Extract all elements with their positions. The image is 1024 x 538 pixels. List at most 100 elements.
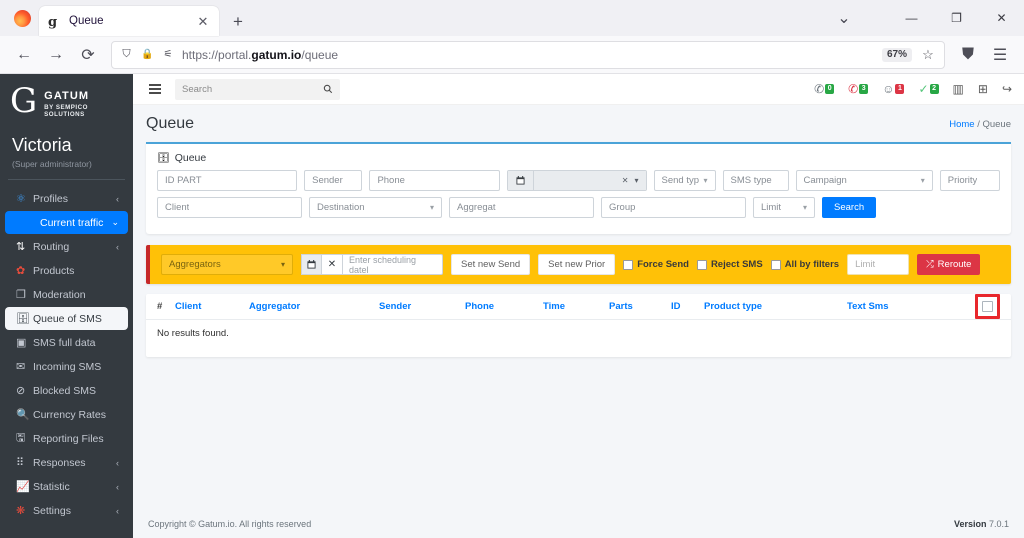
new-tab-button[interactable]: + (233, 13, 243, 30)
sidebar-item-blocked-sms[interactable]: ⊘ Blocked SMS (5, 379, 128, 402)
bookmark-star-icon[interactable]: ☆ (919, 40, 937, 70)
sender-input[interactable]: Sender (304, 170, 363, 191)
sidebar-item-label: Statistic (33, 480, 70, 493)
table-column-header[interactable]: Aggregator (249, 301, 379, 312)
sidebar-item-statistic[interactable]: 📈 Statistic ‹ (5, 475, 128, 498)
set-new-prior-button[interactable]: Set new Prior (538, 254, 616, 275)
url-bar[interactable]: ⛉ 🔒 ⚟ https://portal.gatum.io/queue 67% … (111, 40, 945, 70)
filter-card-header: 🗄 Queue (146, 144, 1011, 170)
campaign-select[interactable]: Campaign (795, 170, 933, 191)
notification-3[interactable]: ✓ 2 (918, 83, 939, 95)
logout-icon[interactable]: ↪ (1002, 83, 1012, 95)
forward-button[interactable]: → (41, 40, 71, 70)
limit-select[interactable]: Limit (753, 197, 815, 218)
pocket-icon[interactable]: ⛊ (953, 40, 983, 70)
client-input[interactable]: Client (157, 197, 302, 218)
reject-sms-checkbox[interactable]: Reject SMS (696, 259, 763, 270)
table-column-header[interactable]: Phone (465, 301, 543, 312)
page-header: Queue Home / Queue (133, 105, 1024, 142)
priority-input[interactable]: Priority (939, 170, 1000, 191)
sidebar-item-queue-of-sms[interactable]: 🗄 Queue of SMS (5, 307, 128, 330)
sidebar-item-label: Queue of SMS (33, 312, 102, 325)
date-range-picker[interactable]: ✕ ▾ (506, 170, 647, 191)
notification-2[interactable]: ☺ 1 (882, 82, 905, 96)
topbar-search[interactable]: Search (175, 78, 340, 100)
zoom-level-indicator[interactable]: 67% (881, 47, 912, 62)
flag-icon[interactable]: ▥ (953, 83, 964, 95)
aggregators-select[interactable]: Aggregators (161, 254, 293, 275)
table-column-header[interactable]: # (157, 301, 175, 312)
select-all-checkbox[interactable] (982, 301, 993, 312)
sidebar-item-incoming-sms[interactable]: ✉ Incoming SMS (5, 355, 128, 378)
force-send-checkbox[interactable]: Force Send (623, 259, 689, 270)
breadcrumb-home-link[interactable]: Home (949, 119, 974, 130)
sidebar-item-products[interactable]: ✿ Products (5, 259, 128, 282)
sidebar-item-responses[interactable]: ⠿ Responses ‹ (5, 451, 128, 474)
send-type-select[interactable]: Send type (653, 170, 716, 191)
sidebar-caret-icon: ⌄ (111, 217, 119, 227)
queue-icon: 🗄 (157, 152, 170, 164)
tab-close-icon[interactable]: ✕ (195, 15, 211, 28)
close-window-button[interactable]: ✕ (979, 0, 1024, 36)
table-column-header[interactable]: Product type (704, 301, 847, 312)
tab-title: Queue (69, 15, 104, 27)
sidebar-item-label: Blocked SMS (33, 384, 97, 397)
scheduling-calendar-icon[interactable] (301, 254, 322, 275)
permissions-icon[interactable]: ⚟ (161, 40, 175, 70)
notification-badge: 0 (825, 83, 835, 95)
all-by-filters-checkbox[interactable]: All by filters (770, 259, 839, 270)
date-clear-icon[interactable]: ✕ (622, 176, 629, 185)
table-column-header[interactable]: Text Sms (847, 301, 907, 312)
sidebar-item-profiles[interactable]: ⚛ Profiles ‹ (5, 187, 128, 210)
table-column-header[interactable]: Client (175, 301, 249, 312)
logout-icon-glyph: ↪ (1001, 82, 1012, 96)
scheduling-date-input[interactable]: Enter scheduling datel (343, 254, 443, 275)
grid-icon[interactable]: ⊞ (978, 83, 988, 95)
browser-tab[interactable]: g Queue ✕ (39, 6, 219, 36)
notification-0[interactable]: ✆ 0 (814, 83, 835, 95)
id-part-input[interactable]: ID PART (157, 170, 298, 191)
sms-type-input[interactable]: SMS type (722, 170, 789, 191)
sidebar-item-settings[interactable]: ❋ Settings ‹ (5, 499, 128, 522)
phone-input[interactable]: Phone (369, 170, 500, 191)
scheduling-clear-icon[interactable]: ✕ (322, 254, 343, 275)
date-chevron-down-icon[interactable]: ▾ (634, 176, 638, 185)
reroute-limit-input[interactable]: Limit (847, 254, 910, 275)
sidebar-toggle-icon[interactable] (143, 80, 167, 98)
filter-row-2: Client Destination Aggregat Group Limit … (157, 197, 1000, 218)
back-button[interactable]: ← (9, 40, 39, 70)
table-header-row: # Client Aggregator Sender Phone Time Parts ID P… (146, 294, 1011, 320)
search-button[interactable]: Search (822, 197, 877, 218)
brand-logo[interactable]: G GATUM BY SEMPICO SOLUTIONS (0, 74, 133, 127)
app-menu-icon[interactable]: ☰ (985, 40, 1015, 70)
sidebar-item-reporting-files[interactable]: 🖫 Reporting Files (5, 427, 128, 450)
minimize-button[interactable]: — (889, 0, 934, 36)
reload-button[interactable]: ⟳ (73, 40, 103, 70)
date-range-value[interactable] (533, 171, 618, 190)
flag-icon-glyph: ▥ (952, 82, 964, 96)
table-column-header[interactable]: Time (543, 301, 609, 312)
reroute-button[interactable]: ⤮ Reroute (917, 254, 981, 275)
sidebar-item-routing[interactable]: ⇅ Routing ‹ (5, 235, 128, 258)
bulk-action-bar: Aggregators ✕ Enter scheduling datel Set… (146, 245, 1011, 284)
main-content: Search ✆ 0 ✆ 3 ☺ 1 ✓ 2 ▥ ⊞ ↪ Queue Home / Queue (133, 74, 1024, 538)
notification-1[interactable]: ✆ 3 (848, 83, 869, 95)
topbar-search-placeholder: Search (182, 83, 213, 95)
shield-icon[interactable]: ⛉ (119, 40, 134, 70)
set-new-send-button[interactable]: Set new Send (451, 254, 531, 275)
table-column-header[interactable]: Parts (609, 301, 671, 312)
sidebar-item-moderation[interactable]: ❐ Moderation (5, 283, 128, 306)
notification-icon-2: ☺ (882, 82, 895, 96)
aggregat-input[interactable]: Aggregat (449, 197, 594, 218)
table-column-header[interactable]: Sender (379, 301, 465, 312)
site-favicon-icon: g (47, 14, 62, 30)
tab-list-chevron-down-icon[interactable]: ⌄ (821, 0, 867, 36)
sidebar-item-sms-full-data[interactable]: ▣ SMS full data (5, 331, 128, 354)
table-column-header[interactable]: ID (671, 301, 704, 312)
destination-select[interactable]: Destination (309, 197, 442, 218)
sidebar-item-currency-rates[interactable]: 🔍 Currency Rates (5, 403, 128, 426)
group-input[interactable]: Group (601, 197, 746, 218)
reject-sms-box-icon (696, 259, 707, 270)
sidebar-item-current-traffic[interactable]: Current traffic ⌄ (5, 211, 128, 234)
maximize-button[interactable]: ❐ (934, 0, 979, 36)
